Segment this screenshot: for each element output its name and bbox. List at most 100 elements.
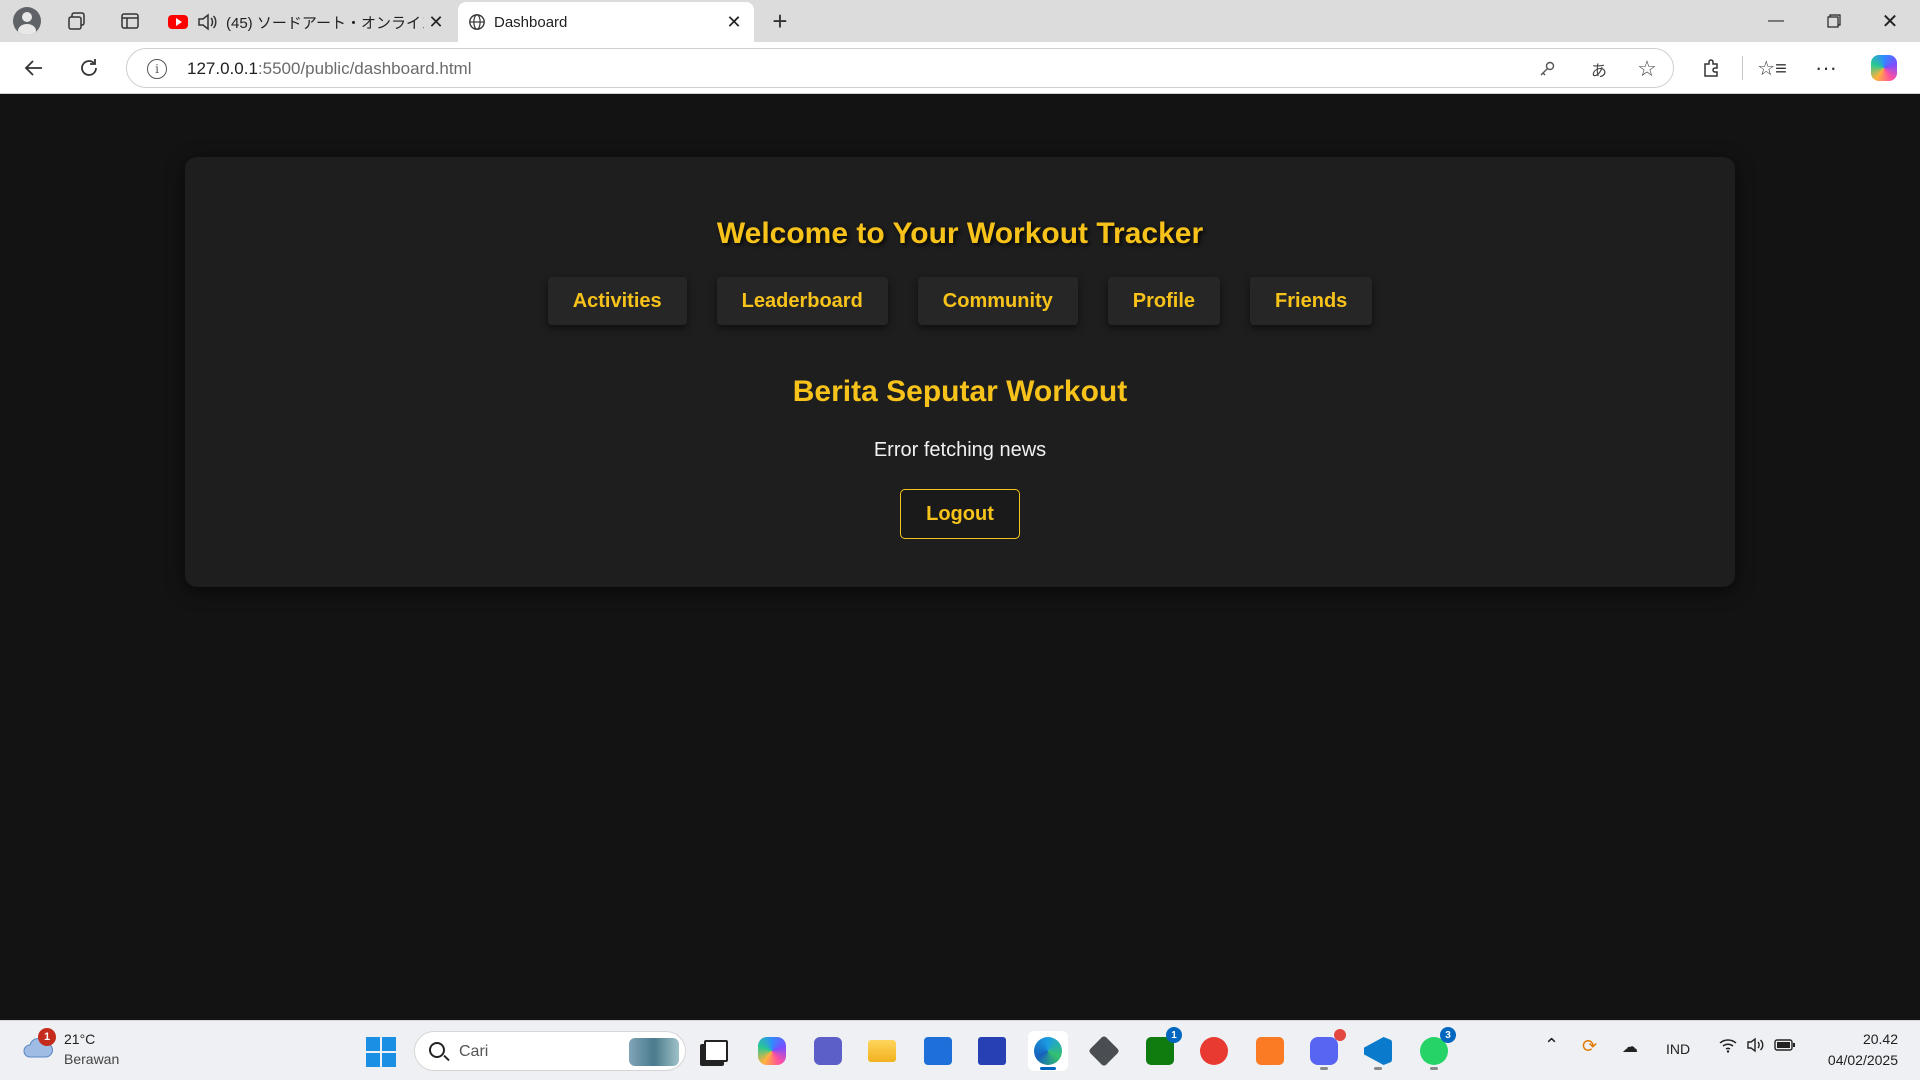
close-tab-icon[interactable]: ✕: [424, 10, 448, 34]
clock-date: 04/02/2025: [1827, 1052, 1898, 1068]
search-placeholder: Cari: [459, 1043, 489, 1060]
plus-icon: +: [772, 5, 788, 36]
translate-icon[interactable]: あ: [1585, 55, 1613, 83]
browser-toolbar: i 127.0.0.1:5500/public/dashboard.html あ…: [0, 42, 1920, 94]
search-icon: [429, 1042, 445, 1058]
globe-icon: [469, 14, 485, 30]
url-text[interactable]: 127.0.0.1:5500/public/dashboard.html: [187, 59, 472, 79]
running-indicator: [1374, 1067, 1382, 1070]
vscode-app[interactable]: [1358, 1031, 1398, 1071]
weather-condition-label: Berawan: [64, 1051, 120, 1067]
unity-cube-icon: [1088, 1035, 1120, 1067]
whatsapp-badge: 3: [1440, 1027, 1456, 1043]
clock-time: 20.42: [1862, 1031, 1898, 1047]
unity-app[interactable]: [1084, 1031, 1124, 1071]
nav-friends-button[interactable]: Friends: [1250, 277, 1373, 325]
xampp-app[interactable]: [1250, 1031, 1290, 1071]
vertical-tabs-button[interactable]: [112, 5, 148, 37]
toolbar-divider: [1742, 56, 1743, 80]
extensions-button[interactable]: [1694, 50, 1730, 86]
nav-activities-button[interactable]: Activities: [547, 277, 687, 325]
favorite-star-icon[interactable]: ☆: [1633, 55, 1661, 83]
chevron-up-icon: ⌃: [1544, 1035, 1560, 1055]
back-button[interactable]: [16, 50, 52, 86]
dashboard-card: Welcome to Your Workout Tracker Activiti…: [185, 157, 1735, 587]
search-highlight-image: [629, 1038, 679, 1066]
minimize-button[interactable]: —: [1748, 0, 1804, 42]
news-error-message: Error fetching news: [873, 439, 1047, 461]
news-heading: Berita Seputar Workout: [792, 375, 1128, 408]
tab-title: (45) ソードアート・オンライン シリ: [226, 14, 424, 32]
xbox-app[interactable]: 1: [1140, 1027, 1182, 1071]
reload-button[interactable]: [71, 50, 107, 86]
favorites-button[interactable]: ☆≡: [1754, 50, 1790, 86]
show-hidden-icons-button[interactable]: ⌃: [1544, 1035, 1559, 1056]
workspaces-button[interactable]: [59, 5, 95, 37]
task-view-icon: [704, 1040, 728, 1062]
graphics-app[interactable]: [972, 1031, 1012, 1071]
tab-dashboard[interactable]: Dashboard ✕: [458, 2, 754, 42]
sync-tray-icon[interactable]: ⟳: [1582, 1036, 1597, 1057]
arrow-left-icon: [24, 60, 42, 76]
more-dots-icon: ···: [1815, 55, 1837, 80]
settings-menu-button[interactable]: ···: [1808, 50, 1844, 86]
nav-leaderboard-button[interactable]: Leaderboard: [716, 277, 888, 325]
site-info-icon[interactable]: i: [147, 59, 167, 79]
close-icon: ✕: [1881, 10, 1899, 33]
page-title: Welcome to Your Workout Tracker: [716, 217, 1204, 250]
windows-taskbar: 1 21°C Berawan Cari 1 3 ⌃ ⟳ ☁ IND 20.42 …: [0, 1020, 1920, 1080]
puzzle-icon: [1704, 59, 1718, 77]
folder-icon: [868, 1040, 896, 1062]
wps-icon: [1200, 1037, 1228, 1065]
youtube-icon: [168, 15, 188, 29]
discord-icon: [1310, 1037, 1338, 1065]
temperature-label: 21°C: [64, 1031, 96, 1047]
language-indicator[interactable]: IND: [1666, 1041, 1690, 1057]
tab-title: Dashboard: [494, 13, 568, 31]
vscode-icon: [1364, 1037, 1392, 1065]
tab-youtube[interactable]: (45) ソードアート・オンライン シリ ✕: [160, 2, 456, 42]
cloud-tray-icon[interactable]: ☁: [1622, 1037, 1638, 1057]
nav-profile-button[interactable]: Profile: [1107, 277, 1221, 325]
wifi-icon[interactable]: [1718, 1037, 1738, 1058]
favorites-list-icon: ☆≡: [1757, 57, 1787, 80]
close-window-button[interactable]: ✕: [1862, 0, 1918, 42]
edge-app[interactable]: [1028, 1031, 1068, 1071]
start-button[interactable]: [366, 1037, 396, 1067]
taskbar-search[interactable]: Cari: [414, 1031, 686, 1071]
wps-office-app[interactable]: [1194, 1031, 1234, 1071]
address-bar[interactable]: i 127.0.0.1:5500/public/dashboard.html あ…: [126, 48, 1674, 88]
whatsapp-app[interactable]: 3: [1414, 1027, 1456, 1071]
restore-icon: [1827, 14, 1841, 28]
nav-community-button[interactable]: Community: [917, 277, 1078, 325]
taskview-app[interactable]: [696, 1031, 736, 1071]
teams-icon: [814, 1037, 842, 1065]
new-tab-button[interactable]: +: [762, 5, 798, 37]
volume-icon[interactable]: [1746, 1037, 1766, 1057]
profile-button[interactable]: [9, 5, 45, 37]
edge-icon: [1034, 1037, 1062, 1065]
file-explorer-app[interactable]: [862, 1031, 902, 1071]
browser-tab-strip: (45) ソードアート・オンライン シリ ✕ Dashboard ✕ + — ✕: [0, 0, 1920, 42]
running-indicator: [1040, 1067, 1056, 1070]
close-tab-icon[interactable]: ✕: [722, 10, 746, 34]
profile-icon: [13, 7, 41, 35]
workspaces-icon: [68, 12, 85, 30]
discord-app[interactable]: [1304, 1029, 1346, 1071]
xampp-icon: [1256, 1037, 1284, 1065]
xbox-badge: 1: [1166, 1027, 1182, 1043]
weather-alert-badge: 1: [38, 1028, 56, 1046]
copilot-button[interactable]: [1866, 50, 1902, 86]
store-app[interactable]: [918, 1031, 958, 1071]
battery-icon[interactable]: [1774, 1038, 1796, 1056]
store-bag-icon: [924, 1037, 952, 1065]
windows-logo-icon: [366, 1037, 380, 1051]
teams-app[interactable]: [808, 1031, 848, 1071]
discord-notification-dot: [1334, 1029, 1346, 1041]
restore-button[interactable]: [1806, 0, 1862, 42]
logout-button[interactable]: Logout: [900, 489, 1020, 539]
speaker-icon[interactable]: [196, 12, 218, 32]
key-icon[interactable]: [1533, 55, 1561, 83]
copilot-app[interactable]: [752, 1031, 792, 1071]
page-viewport: Welcome to Your Workout Tracker Activiti…: [0, 95, 1920, 1020]
